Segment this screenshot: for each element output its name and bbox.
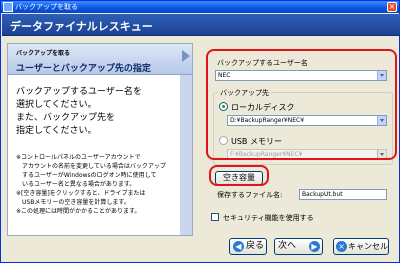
note-line: USBメモリーの空き容量を計算します。 [16,199,130,206]
back-button-label: 戻る [246,241,265,251]
next-button[interactable]: 次へ ▶ [274,238,323,255]
filename-label: 保存するファイル名: [217,191,283,199]
description-line: バックアップするユーザー名を [16,87,142,97]
description-line: 指定してください。 [16,126,97,136]
security-checkbox-label: セキュリティ機能を使用する [223,214,314,222]
note-line: するユーザーがWindowsのログオン時に使用して [16,172,157,179]
cancel-button-label: キャンセル [348,242,388,251]
step-header: バックアップを取る ユーザーとバックアップ先の指定 [8,44,192,75]
note-line: アカウントの名前を変更している場合はバックアップ [16,163,166,170]
step-panel: バックアップを取る ユーザーとバックアップ先の指定 バックアップするユーザー名を… [7,43,193,236]
step-title: ユーザーとバックアップ先の指定 [16,64,151,74]
highlight-free-space [209,165,269,186]
step-description: バックアップするユーザー名を 選択してください。 また、バックアップ先を 指定し… [16,86,142,138]
app-title: データファイナルレスキュー [10,20,153,33]
back-button[interactable]: ◀ 戻る [229,238,267,255]
note-line: ※この処理には時間がかかることがあります。 [16,208,141,215]
next-button-label: 次へ [278,241,297,251]
security-checkbox[interactable] [211,213,219,221]
description-line: 選択してください。 [16,100,97,110]
close-icon: × [336,241,347,252]
wizard-window: バックアップを取る × データファイナルレスキュー バックアップを取る ユーザー… [0,0,400,263]
arrow-left-icon: ◀ [233,241,244,252]
highlight-destination [206,49,397,160]
filename-input[interactable]: BackupUt.but [299,189,387,200]
step-label: バックアップを取る [16,50,71,57]
cancel-button[interactable]: × キャンセル [333,238,389,255]
app-banner: データファイナルレスキュー [2,14,400,36]
step-arrow-icon [182,50,190,62]
arrow-right-icon: ▶ [309,241,320,252]
app-icon [3,2,13,12]
close-button[interactable]: × [387,2,397,12]
description-line: また、バックアップ先を [16,113,116,123]
step-sidebar [180,75,192,235]
note-line: いるユーザー名と異なる場合があります。 [16,181,136,188]
note-line: ※[空き容量]をクリックすると、ドライブまたは [16,190,146,197]
step-notes: ※コントロールパネルのユーザーアカウントで アカウントの名前を変更している場合は… [16,153,166,216]
title-bar: バックアップを取る × [1,1,399,13]
window-title: バックアップを取る [15,3,78,11]
note-line: ※コントロールパネルのユーザーアカウントで [16,154,141,161]
